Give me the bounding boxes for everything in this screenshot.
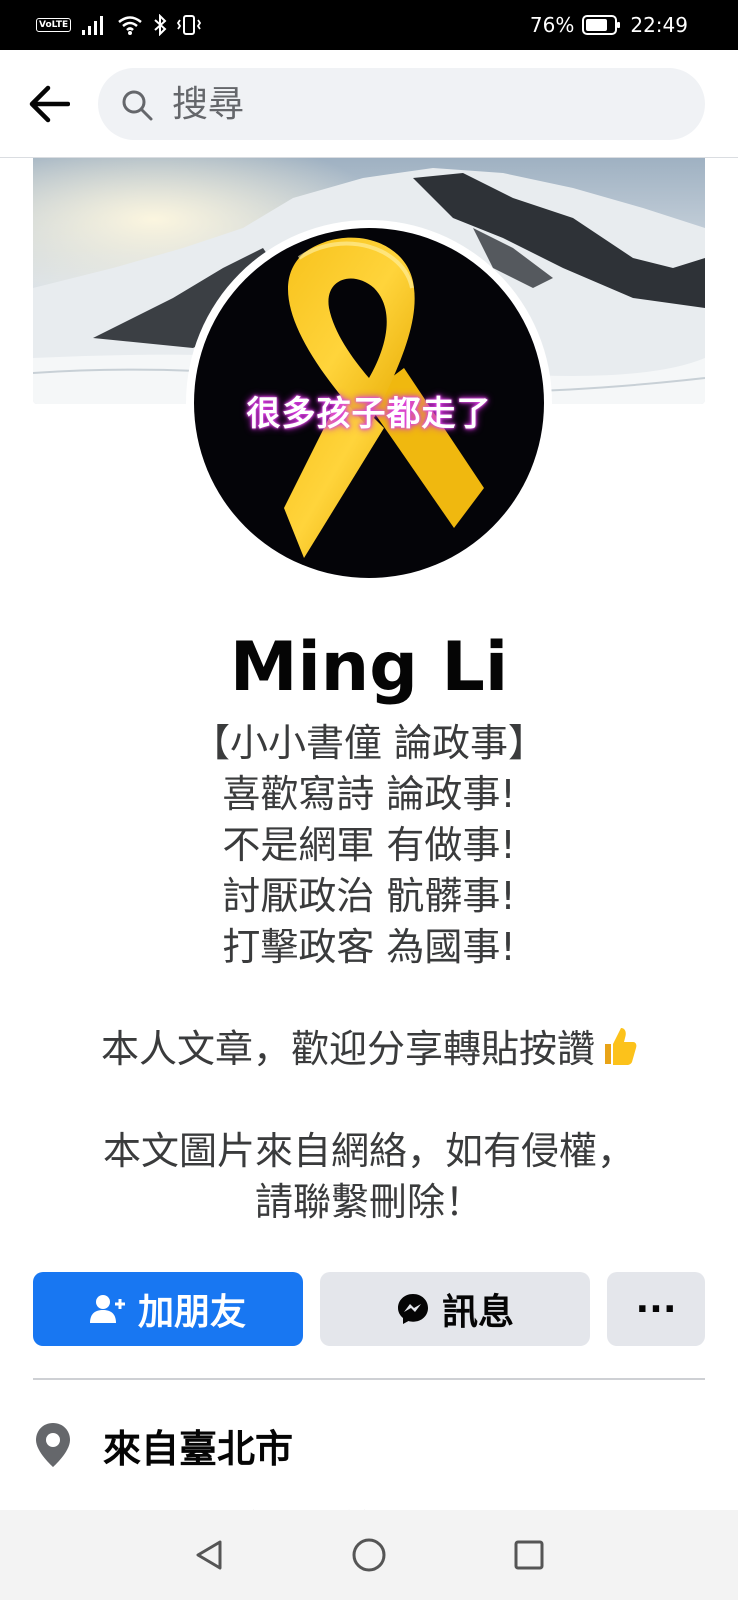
app-header [0, 50, 738, 158]
messenger-icon [397, 1294, 428, 1324]
copyright-note-2: 請聯繫刪除！ [254, 1180, 483, 1224]
more-options-button[interactable]: ··· [607, 1272, 705, 1346]
nav-home-button[interactable] [349, 1535, 389, 1575]
bio-spacer [40, 1075, 698, 1126]
search-input[interactable] [172, 68, 672, 140]
square-recents-icon [514, 1540, 544, 1570]
add-friend-label: 加朋友 [137, 1292, 246, 1333]
status-left: VoLTE [36, 12, 202, 38]
copyright-note-1: 本文圖片來自網絡，如有侵權， [102, 1129, 635, 1173]
profile-picture-image: 很多孩子都走了 [194, 228, 544, 578]
status-bar: VoLTE 76% 22:49 [0, 0, 738, 50]
bio-line: 討厭政治 骯髒事! [222, 874, 516, 918]
wifi-icon [118, 16, 142, 35]
bluetooth-icon [154, 14, 167, 36]
battery-icon [582, 15, 621, 35]
circle-home-icon [352, 1538, 386, 1572]
share-note-line: 本人文章，歡迎分享轉貼按讚 [40, 1024, 698, 1075]
search-icon [122, 90, 153, 121]
location-text: 來自臺北市 [103, 1426, 294, 1471]
bio-line: 不是網軍 有做事! [222, 823, 516, 867]
volte-badge: VoLTE [36, 18, 72, 32]
triangle-back-icon [196, 1540, 222, 1570]
location-pin-icon [36, 1423, 70, 1467]
back-button[interactable] [22, 78, 74, 130]
arrow-left-icon [29, 85, 70, 123]
system-nav-bar [0, 1510, 738, 1600]
add-friend-button[interactable]: 加朋友 [33, 1272, 303, 1346]
signal-icon [82, 16, 104, 35]
nav-recents-button[interactable] [509, 1535, 549, 1575]
bio-line: 打擊政客 為國事! [222, 925, 516, 969]
bio-line: 喜歡寫詩 論政事! [222, 772, 516, 816]
about-location-row: 來自臺北市 [33, 1410, 293, 1480]
profile-bio: 【小小書僮 論政事】 喜歡寫詩 論政事! 不是網軍 有做事! 討厭政治 骯髒事!… [40, 718, 698, 1228]
status-right: 76% 22:49 [530, 12, 688, 38]
vibrate-icon [177, 15, 202, 35]
message-button[interactable]: 訊息 [320, 1272, 590, 1346]
search-bar[interactable] [98, 68, 705, 140]
thumbs-up-icon [605, 1028, 637, 1065]
message-label: 訊息 [441, 1292, 514, 1333]
bio-line: 【小小書僮 論政事】 [191, 721, 547, 765]
nav-back-button[interactable] [189, 1535, 229, 1575]
share-note: 本人文章，歡迎分享轉貼按讚 [100, 1027, 595, 1071]
divider [33, 1378, 705, 1380]
profile-name: Ming Li [229, 628, 509, 707]
battery-percent: 76% [529, 13, 575, 37]
profile-picture[interactable]: 很多孩子都走了 [186, 220, 552, 586]
bio-spacer [40, 973, 698, 1024]
avatar-caption: 很多孩子都走了 [246, 394, 492, 434]
clock: 22:49 [630, 13, 688, 37]
add-friend-icon [89, 1295, 125, 1323]
more-icon: ··· [635, 1288, 677, 1330]
